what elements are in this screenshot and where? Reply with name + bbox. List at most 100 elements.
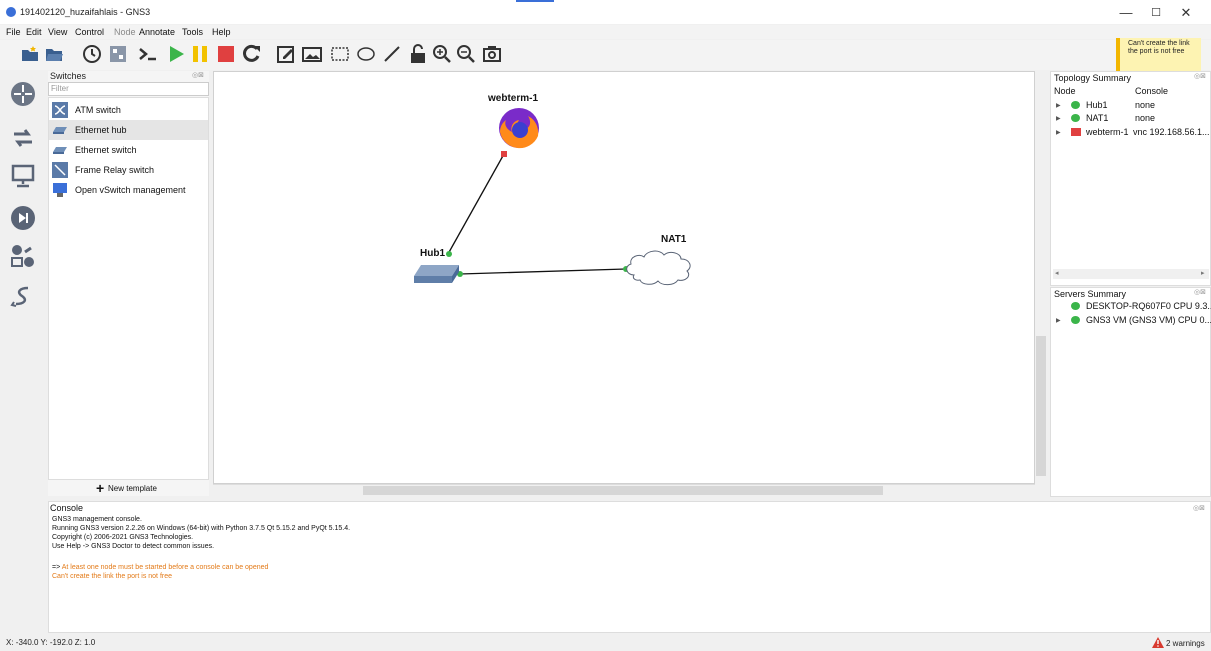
node-label-nat[interactable]: NAT1 (661, 234, 686, 245)
list-item-open-vswitch[interactable]: Open vSwitch management (49, 180, 208, 200)
add-link-icon[interactable] (10, 285, 36, 311)
filter-input[interactable]: Filter (48, 82, 209, 96)
close-button[interactable]: ✕ (1166, 4, 1206, 22)
console-line: GNS3 management console. (52, 516, 142, 523)
add-note-icon[interactable] (276, 44, 296, 64)
open-project-folder-icon[interactable] (44, 44, 64, 64)
plus-icon[interactable]: + (96, 480, 104, 496)
toolbar (0, 40, 1211, 70)
open-vswitch-icon (53, 183, 67, 197)
nat-cloud-icon[interactable] (626, 250, 691, 286)
status-bar (0, 633, 1211, 651)
link-status-red-dot (501, 151, 507, 157)
expand-arrow-icon[interactable]: ▶ (1056, 129, 1061, 136)
expand-arrow-icon[interactable]: ▶ (1056, 102, 1061, 109)
menu-tools[interactable]: Tools (182, 27, 203, 37)
topology-drawing (414, 108, 691, 286)
console-all-icon[interactable] (138, 44, 158, 64)
server-name: DESKTOP-RQ607F0 CPU 9.3... (1086, 301, 1211, 311)
hub-device-icon[interactable] (414, 265, 459, 283)
draw-rectangle-icon[interactable] (330, 44, 350, 64)
list-item-atm-switch[interactable]: ATM switch (49, 100, 208, 120)
lock-unlock-icon[interactable] (408, 44, 428, 64)
draw-line-icon[interactable] (382, 44, 402, 64)
cursor-coordinates: X: -340.0 Y: -192.0 Z: 1.0 (6, 638, 96, 647)
vertical-scroll-thumb[interactable] (1036, 336, 1046, 476)
all-devices-icon[interactable] (10, 243, 36, 269)
ethernet-switch-icon (53, 147, 67, 154)
snapshot-clock-icon[interactable] (82, 44, 102, 64)
server-row-local[interactable]: DESKTOP-RQ607F0 CPU 9.3... (1051, 300, 1211, 313)
stop-all-icon[interactable] (216, 44, 236, 64)
show-interface-labels-icon[interactable] (108, 44, 128, 64)
menu-file[interactable]: File (6, 27, 21, 37)
scroll-right-arrow-icon[interactable]: ▸ (1201, 269, 1205, 277)
expand-arrow-icon[interactable]: ▶ (1056, 115, 1061, 122)
list-item-label: Ethernet switch (75, 145, 137, 155)
new-template-button[interactable]: New template (108, 484, 157, 493)
menu-annotate[interactable]: Annotate (139, 27, 175, 37)
expand-arrow-icon[interactable]: ▶ (1056, 317, 1061, 324)
node-console: none (1135, 100, 1156, 110)
menu-node[interactable]: Node (114, 27, 136, 37)
link-webterm-hub[interactable] (447, 153, 505, 255)
list-item-ethernet-hub[interactable]: Ethernet hub (49, 120, 208, 140)
console-warning: Can't create the link the port is not fr… (52, 573, 173, 580)
link-hub-nat[interactable] (459, 268, 627, 275)
server-row-gns3vm[interactable]: ▶ GNS3 VM (GNS3 VM) CPU 0... (1051, 314, 1211, 327)
console-line: Running GNS3 version 2.2.26 on Windows (… (52, 525, 351, 532)
topology-row-nat1[interactable]: ▶ NAT1 none (1051, 112, 1211, 125)
topology-canvas[interactable]: webterm-1 Hub1 NAT1 (213, 71, 1035, 484)
status-green-icon (1071, 101, 1080, 109)
servers-summary-title: Servers Summary (1054, 289, 1127, 299)
draw-ellipse-icon[interactable] (356, 44, 376, 64)
column-header-node[interactable]: Node (1054, 86, 1076, 96)
list-item-ethernet-switch[interactable]: Ethernet switch (49, 140, 208, 160)
dock-float-close-icon[interactable]: ◎⊠ (1194, 72, 1206, 80)
routers-icon[interactable] (10, 81, 36, 107)
console-dock[interactable]: ◎⊠ GNS3 management console. Running GNS3… (48, 501, 1211, 633)
menu-edit[interactable]: Edit (26, 27, 42, 37)
zoom-out-icon[interactable] (456, 44, 476, 64)
horizontal-scroll-thumb[interactable] (363, 486, 883, 495)
dock-float-close-icon[interactable]: ◎⊠ (1193, 504, 1205, 512)
link-status-green-dot (446, 251, 452, 257)
console-prompt: => (52, 564, 61, 571)
menu-control[interactable]: Control (75, 27, 104, 37)
node-label-webterm[interactable]: webterm-1 (488, 93, 538, 104)
dock-float-close-icon[interactable]: ◎⊠ (1194, 288, 1206, 296)
topology-horizontal-scrollbar[interactable]: ◂ ▸ (1053, 269, 1209, 279)
reload-all-icon[interactable] (242, 44, 262, 64)
suspend-all-pause-icon[interactable] (190, 44, 210, 64)
list-item-label: Ethernet hub (75, 125, 127, 135)
column-header-console[interactable]: Console (1135, 86, 1168, 96)
canvas-vertical-scrollbar[interactable] (1035, 71, 1047, 485)
insert-picture-icon[interactable] (302, 44, 322, 64)
node-name: Hub1 (1086, 100, 1108, 110)
node-label-hub[interactable]: Hub1 (420, 248, 445, 259)
warnings-count[interactable]: 2 warnings (1166, 639, 1205, 648)
webterm-firefox-icon[interactable] (499, 108, 539, 149)
security-devices-icon[interactable] (10, 205, 36, 231)
warning-triangle-icon[interactable] (1152, 637, 1164, 648)
menu-view[interactable]: View (48, 27, 67, 37)
start-all-play-icon[interactable] (166, 44, 186, 64)
title-bar (0, 0, 1211, 24)
topology-row-webterm[interactable]: ▶ webterm-1 vnc 192.168.56.1... (1051, 126, 1211, 139)
ethernet-hub-icon (53, 127, 67, 134)
screenshot-camera-icon[interactable] (482, 44, 502, 64)
server-name: GNS3 VM (GNS3 VM) CPU 0... (1086, 315, 1211, 325)
zoom-in-icon[interactable] (432, 44, 452, 64)
error-toast: Can't create the link the port is not fr… (1116, 38, 1201, 71)
console-title: Console (50, 503, 84, 513)
end-devices-icon[interactable] (10, 163, 36, 189)
list-item-frame-relay-switch[interactable]: Frame Relay switch (49, 160, 208, 180)
topology-row-hub1[interactable]: ▶ Hub1 none (1051, 99, 1211, 112)
atm-switch-icon (52, 102, 68, 118)
canvas-horizontal-scrollbar[interactable] (213, 484, 1035, 496)
menu-help[interactable]: Help (212, 27, 231, 37)
switches-icon[interactable] (10, 125, 36, 151)
dock-float-close-icon[interactable]: ◎⊠ (192, 71, 204, 79)
scroll-left-arrow-icon[interactable]: ◂ (1055, 269, 1059, 277)
new-project-folder-icon[interactable] (20, 44, 40, 64)
